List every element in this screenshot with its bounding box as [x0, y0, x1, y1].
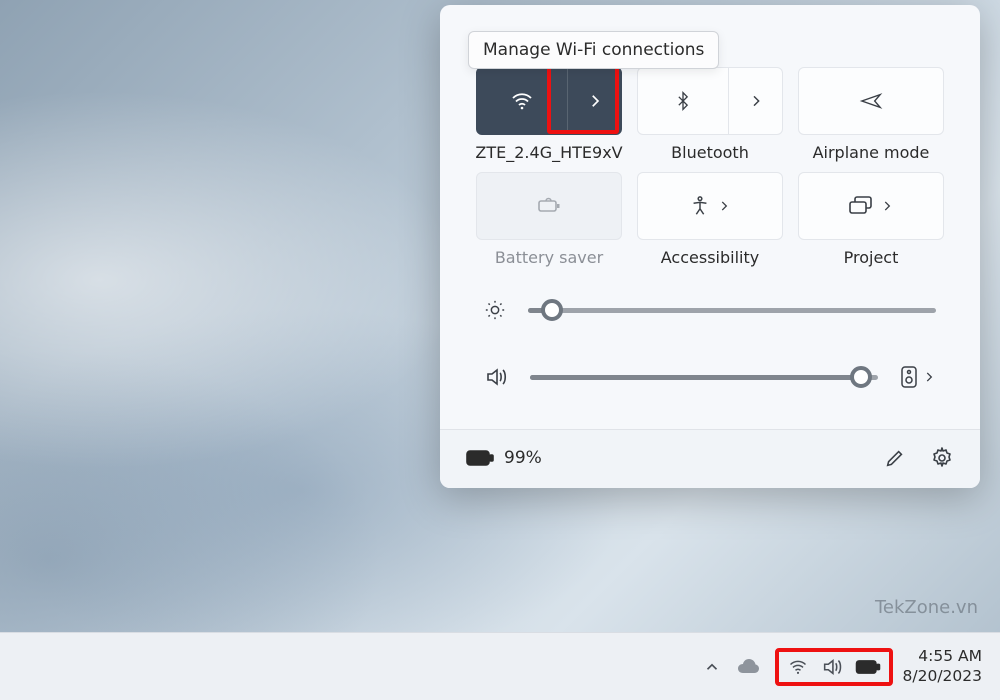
airplane-tile-label: Airplane mode: [813, 143, 930, 162]
battery-tray-icon[interactable]: [855, 659, 881, 675]
chevron-right-icon: [586, 92, 604, 110]
system-tray: [703, 648, 893, 686]
wifi-tile-label: ZTE_2.4G_HTE9xV: [475, 143, 622, 162]
project-icon: [848, 195, 874, 217]
airplane-mode-tile[interactable]: [798, 67, 944, 135]
project-tile[interactable]: [798, 172, 944, 240]
watermark-text: TekZone.vn: [875, 597, 978, 618]
wifi-icon: [510, 89, 534, 113]
accessibility-tile-label: Accessibility: [661, 248, 759, 267]
brightness-icon: [484, 299, 506, 321]
wifi-toggle[interactable]: [477, 68, 567, 134]
taskbar: 4:55 AM 8/20/2023: [0, 632, 1000, 700]
wifi-manage-tooltip: Manage Wi-Fi connections: [468, 31, 719, 69]
wifi-expand-button[interactable]: [567, 68, 621, 134]
battery-icon: [466, 449, 494, 467]
quick-settings-panel: Manage Wi-Fi connections: [440, 5, 980, 488]
audio-output-select[interactable]: [900, 365, 936, 389]
taskbar-clock[interactable]: 4:55 AM 8/20/2023: [899, 647, 990, 686]
bluetooth-icon: [673, 89, 693, 113]
settings-button[interactable]: [930, 446, 954, 470]
battery-percent-label: 99%: [504, 448, 542, 468]
quick-settings-footer: 99%: [440, 429, 980, 488]
annotation-highlight-tray: [775, 648, 893, 686]
volume-slider[interactable]: [530, 375, 878, 380]
bluetooth-tile-label: Bluetooth: [671, 143, 749, 162]
accessibility-tile[interactable]: [637, 172, 783, 240]
onedrive-tray-icon[interactable]: [735, 657, 761, 677]
chevron-right-icon: [922, 370, 936, 384]
chevron-right-icon: [748, 93, 764, 109]
battery-saver-icon: [536, 196, 562, 216]
clock-time: 4:55 AM: [903, 647, 982, 666]
battery-saver-tile[interactable]: [476, 172, 622, 240]
battery-status[interactable]: 99%: [466, 448, 542, 468]
tray-overflow-button[interactable]: [703, 658, 721, 676]
brightness-slider-row: [440, 277, 980, 329]
battery-saver-tile-label: Battery saver: [495, 248, 603, 267]
project-tile-label: Project: [844, 248, 899, 267]
speaker-device-icon: [900, 365, 918, 389]
wifi-tile[interactable]: [476, 67, 622, 135]
network-tray-icon[interactable]: [787, 657, 809, 677]
bluetooth-toggle[interactable]: [638, 68, 728, 134]
brightness-slider[interactable]: [528, 308, 936, 313]
volume-icon: [484, 365, 508, 389]
bluetooth-expand-button[interactable]: [728, 68, 782, 134]
volume-tray-icon[interactable]: [821, 656, 843, 678]
airplane-icon: [858, 90, 884, 112]
chevron-right-icon: [880, 199, 894, 213]
chevron-right-icon: [717, 199, 731, 213]
clock-date: 8/20/2023: [903, 667, 982, 686]
edit-quick-settings-button[interactable]: [884, 447, 906, 469]
volume-slider-row: [440, 329, 980, 419]
bluetooth-tile[interactable]: [637, 67, 783, 135]
accessibility-icon: [689, 194, 711, 218]
